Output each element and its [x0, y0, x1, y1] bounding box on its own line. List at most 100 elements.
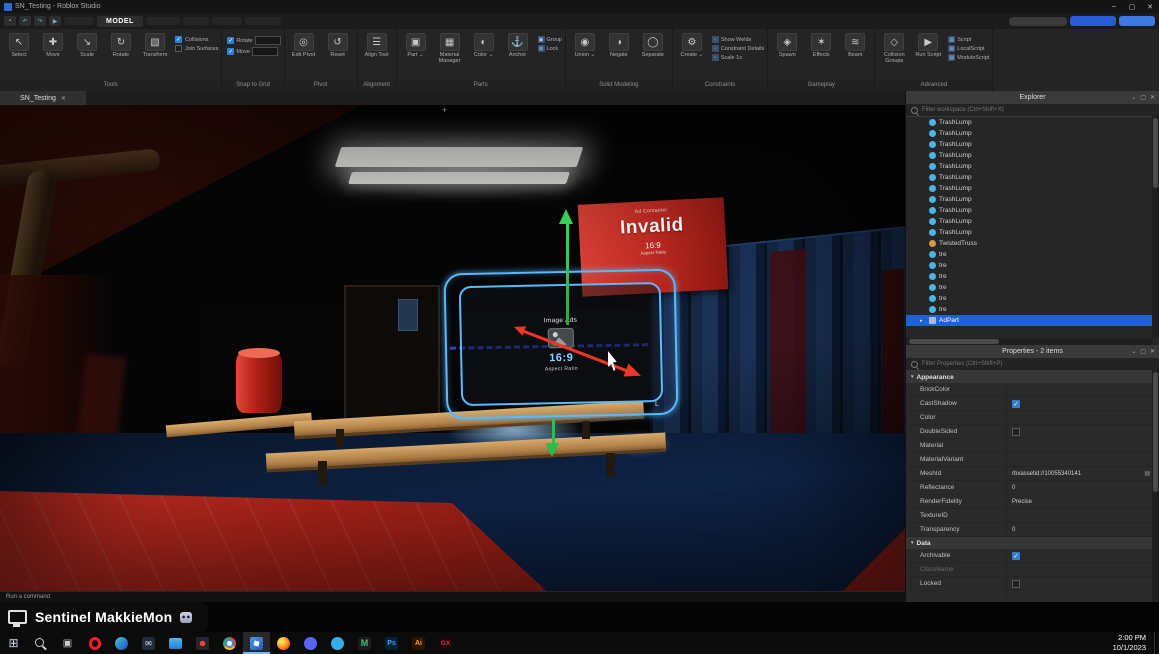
align-tool-button[interactable]: ☰ Align Tool	[361, 32, 393, 59]
section-data[interactable]: ▾ Data	[906, 537, 1159, 549]
section-appearance[interactable]: ▾ Appearance	[906, 371, 1159, 383]
tab-sn-testing[interactable]: SN_Testing ✕	[0, 91, 86, 105]
checkbox-icon[interactable]	[1012, 579, 1020, 588]
join-surfaces-checkbox[interactable]: Join Surfaces	[175, 45, 218, 52]
move-button[interactable]: ✚ Move	[37, 32, 69, 59]
script-button[interactable]: ▤ Script	[948, 36, 989, 43]
explorer-item-trashlump[interactable]: TrashLump	[906, 227, 1159, 238]
prop-value-archivable[interactable]: ✓	[1006, 549, 1159, 562]
prop-value-reflectance[interactable]: 0	[1006, 481, 1159, 494]
explorer-item-trashlump[interactable]: TrashLump	[906, 161, 1159, 172]
explorer-vertical-scrollbar[interactable]	[1152, 116, 1159, 338]
checkbox-icon[interactable]: ✓	[227, 48, 235, 55]
run-script-button[interactable]: ▶ Run Script	[912, 32, 944, 59]
prop-value-renderfidelity[interactable]: Precise	[1006, 495, 1159, 508]
y-axis-arrowhead[interactable]	[559, 209, 573, 224]
checkbox-icon[interactable]	[1012, 427, 1020, 436]
float-panel-icon[interactable]: ▢	[1140, 94, 1146, 101]
taskbar-clock[interactable]: 2:00 PM 10/1/2023	[1113, 633, 1154, 653]
media-player-button[interactable]	[189, 632, 216, 654]
prop-value-color[interactable]	[1006, 411, 1159, 424]
move-input[interactable]	[251, 47, 278, 56]
checkbox-icon[interactable]: ✓	[227, 37, 235, 44]
properties-filter-input[interactable]: Filter Properties (Ctrl+Shift+P)	[906, 358, 1159, 371]
color-button[interactable]: ◐ Color ⌄	[468, 32, 500, 59]
command-bar[interactable]: Run a command	[0, 591, 905, 602]
explorer-item-tre[interactable]: tre	[906, 293, 1159, 304]
y-axis-handle[interactable]	[566, 223, 569, 325]
edge-button[interactable]	[108, 632, 135, 654]
scale-button[interactable]: ↘ Scale	[71, 32, 103, 59]
prop-value-brickcolor[interactable]	[1006, 383, 1159, 396]
prop-value-transparency[interactable]: 0	[1006, 523, 1159, 536]
tab-model[interactable]: MODEL	[97, 15, 143, 27]
explorer-item-trashlump[interactable]: TrashLump	[906, 205, 1159, 216]
transform-button[interactable]: ▧ Transform	[139, 32, 171, 59]
material-manager-button[interactable]: ▦ Material Manager	[434, 32, 466, 66]
photoshop-button[interactable]: Ps	[378, 632, 405, 654]
properties-vertical-scrollbar[interactable]	[1152, 370, 1159, 602]
play-icon[interactable]: ▶	[49, 16, 61, 26]
search-button[interactable]	[27, 632, 54, 654]
prop-value-locked[interactable]	[1006, 577, 1159, 590]
prop-value-materialvariant[interactable]	[1006, 453, 1159, 466]
explorer-item-trashlump[interactable]: TrashLump	[906, 183, 1159, 194]
select-button[interactable]: ↖ Select	[3, 32, 35, 59]
firefox-button[interactable]	[270, 632, 297, 654]
asset-picker-icon[interactable]: ▤	[1144, 470, 1150, 477]
prop-value-textureid[interactable]	[1006, 509, 1159, 522]
float-panel-icon[interactable]: ▢	[1140, 348, 1146, 355]
prop-value-material[interactable]	[1006, 439, 1159, 452]
explorer-item-tre[interactable]: tre	[906, 271, 1159, 282]
mail-button[interactable]: ✉	[135, 632, 162, 654]
checkbox-icon[interactable]: ✓	[1012, 399, 1020, 408]
part-button[interactable]: ▣ Part ⌄	[400, 32, 432, 59]
close-panel-icon[interactable]: ✕	[1150, 348, 1155, 355]
share-button[interactable]	[1119, 16, 1155, 26]
blurred-tab[interactable]	[145, 17, 180, 25]
blurred-tab[interactable]	[244, 17, 281, 25]
task-view-button[interactable]: ▣	[54, 632, 81, 654]
blurred-tab[interactable]	[211, 17, 242, 25]
constraint-details-button[interactable]: ▫ Constraint Details	[711, 45, 764, 52]
roblox-studio-button[interactable]	[243, 632, 270, 654]
y-axis-arrowhead-down[interactable]	[545, 443, 559, 457]
prop-value-classname[interactable]	[1006, 563, 1159, 576]
explorer-item-tre[interactable]: tre	[906, 260, 1159, 271]
explorer-item-trashlump[interactable]: TrashLump	[906, 216, 1159, 227]
collisions-checkbox[interactable]: ✓ Collisions	[175, 36, 218, 43]
explorer-item-trashlump[interactable]: TrashLump	[906, 117, 1159, 128]
localscript-button[interactable]: ▤ LocalScript	[948, 45, 989, 52]
scale-1x-button[interactable]: ▫ Scale 1x	[711, 54, 764, 61]
group-button[interactable]: ▣ Group	[537, 36, 562, 43]
prop-value-doublesided[interactable]	[1006, 425, 1159, 438]
discord-button[interactable]	[297, 632, 324, 654]
explorer-item-twistedtruss[interactable]: TwistedTruss	[906, 238, 1159, 249]
explorer-item-tre[interactable]: tre	[906, 304, 1159, 315]
collaborate-button[interactable]	[1070, 16, 1116, 26]
spawn-button[interactable]: ◈ Spawn	[771, 32, 803, 59]
illustrator-button[interactable]: Ai	[405, 632, 432, 654]
checkbox-icon[interactable]: ✓	[1012, 551, 1020, 560]
explorer-item-trashlump[interactable]: TrashLump	[906, 139, 1159, 150]
explorer-item-tre[interactable]: tre	[906, 282, 1159, 293]
rotate-button[interactable]: ↻ Rotate	[105, 32, 137, 59]
create-button[interactable]: ⚙ Create ⌄	[676, 32, 708, 59]
chrome-button[interactable]	[216, 632, 243, 654]
explorer-item-trashlump[interactable]: TrashLump	[906, 172, 1159, 183]
start-button[interactable]: ⊞	[0, 632, 27, 654]
y-axis-handle-down[interactable]	[552, 419, 555, 445]
union-button[interactable]: ◉ Union ⌄	[569, 32, 601, 59]
explorer-filter-input[interactable]: Filter workspace (Ctrl+Shift+X)	[906, 104, 1159, 117]
explorer-item-tre[interactable]: tre	[906, 249, 1159, 260]
properties-header[interactable]: Properties - 2 items ⌄ ▢ ✕	[906, 345, 1159, 358]
prop-value-castshadow[interactable]: ✓	[1006, 397, 1159, 410]
show-welds-button[interactable]: ▫ Show Welds	[711, 36, 764, 43]
effects-button[interactable]: ✶ Effects	[805, 32, 837, 59]
opera-button[interactable]	[81, 632, 108, 654]
explorer-item-trashlump[interactable]: TrashLump	[906, 150, 1159, 161]
explorer-item-trashlump[interactable]: TrashLump	[906, 128, 1159, 139]
explorer-item-adpart[interactable]: ▸ AdPart	[906, 315, 1159, 326]
close-button[interactable]: ✕	[1141, 0, 1159, 13]
blurred-tab[interactable]	[182, 17, 209, 25]
